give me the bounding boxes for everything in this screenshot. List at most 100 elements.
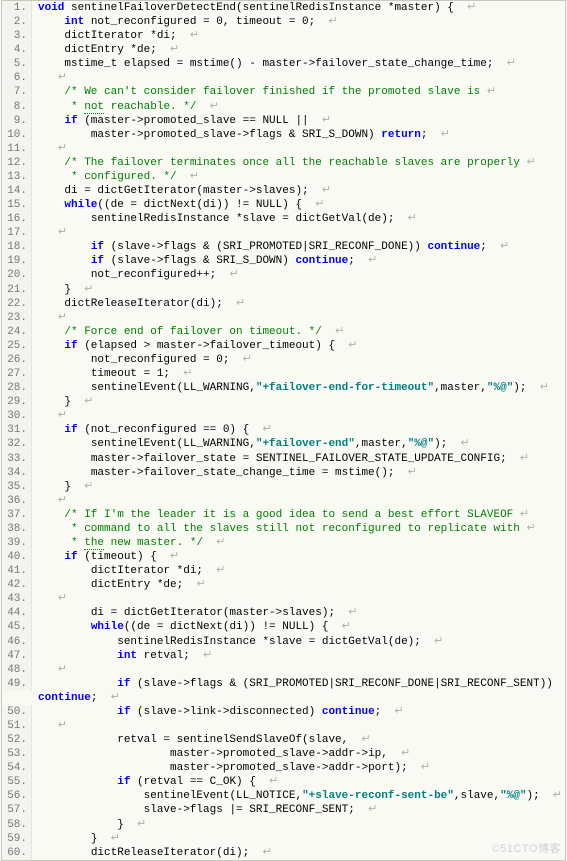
code-line[interactable]: 45. while((de = dictNext(di)) != NULL) {…: [2, 620, 565, 634]
code-line[interactable]: 6. ↵: [2, 71, 565, 85]
code-content[interactable]: master->promoted_slave->addr->ip, ↵: [32, 747, 565, 761]
code-content[interactable]: if (slave->flags & (SRI_PROMOTED|SRI_REC…: [32, 240, 565, 254]
code-content[interactable]: * configured. */ ↵: [32, 170, 565, 184]
code-line[interactable]: 23. ↵: [2, 311, 565, 325]
code-content[interactable]: master->promoted_slave->flags & SRI_S_DO…: [32, 128, 565, 142]
code-content[interactable]: dictReleaseIterator(di); ↵: [32, 297, 565, 311]
code-content[interactable]: ↵: [32, 592, 565, 606]
code-line[interactable]: 9. if (master->promoted_slave == NULL ||…: [2, 114, 565, 128]
code-line[interactable]: 54. master->promoted_slave->addr->port);…: [2, 761, 565, 775]
code-content[interactable]: /* We can't consider failover finished i…: [32, 85, 565, 99]
code-line[interactable]: 17. ↵: [2, 226, 565, 240]
code-line[interactable]: 44. di = dictGetIterator(master->slaves)…: [2, 606, 565, 620]
code-line[interactable]: 20. not_reconfigured++; ↵: [2, 268, 565, 282]
code-line[interactable]: 42. dictEntry *de; ↵: [2, 578, 565, 592]
code-line[interactable]: 50. if (slave->link->disconnected) conti…: [2, 705, 565, 719]
code-content[interactable]: retval = sentinelSendSlaveOf(slave, ↵: [32, 733, 565, 747]
code-content[interactable]: if (retval == C_OK) { ↵: [32, 775, 565, 789]
code-content[interactable]: } ↵: [32, 832, 565, 846]
code-content[interactable]: /* The failover terminates once all the …: [32, 156, 565, 170]
code-line[interactable]: 31. if (not_reconfigured == 0) { ↵: [2, 423, 565, 437]
code-line[interactable]: 39. * the new master. */ ↵: [2, 536, 565, 550]
code-content[interactable]: * not reachable. */ ↵: [32, 100, 565, 114]
code-content[interactable]: ↵: [32, 71, 565, 85]
code-line[interactable]: 28. sentinelEvent(LL_WARNING,"+failover-…: [2, 381, 565, 395]
code-content[interactable]: if (slave->flags & (SRI_PROMOTED|SRI_REC…: [32, 677, 565, 705]
code-content[interactable]: dictIterator *di; ↵: [32, 564, 565, 578]
code-line[interactable]: 25. if (elapsed > master->failover_timeo…: [2, 339, 565, 353]
code-line[interactable]: 16. sentinelRedisInstance *slave = dictG…: [2, 212, 565, 226]
code-content[interactable]: int retval; ↵: [32, 649, 565, 663]
code-content[interactable]: * command to all the slaves still not re…: [32, 522, 565, 536]
code-content[interactable]: ↵: [32, 226, 565, 240]
code-content[interactable]: dictEntry *de; ↵: [32, 43, 565, 57]
code-line[interactable]: 36. ↵: [2, 494, 565, 508]
code-line[interactable]: 26. not_reconfigured = 0; ↵: [2, 353, 565, 367]
code-line[interactable]: 27. timeout = 1; ↵: [2, 367, 565, 381]
code-line[interactable]: 60. dictReleaseIterator(di); ↵: [2, 846, 565, 860]
code-line[interactable]: 51. ↵: [2, 719, 565, 733]
code-line[interactable]: 10. master->promoted_slave->flags & SRI_…: [2, 128, 565, 142]
code-content[interactable]: } ↵: [32, 818, 565, 832]
code-content[interactable]: /* Force end of failover on timeout. */ …: [32, 325, 565, 339]
code-content[interactable]: ↵: [32, 719, 565, 733]
code-line[interactable]: 15. while((de = dictNext(di)) != NULL) {…: [2, 198, 565, 212]
code-line[interactable]: 35. } ↵: [2, 480, 565, 494]
code-line[interactable]: 40. if (timeout) { ↵: [2, 550, 565, 564]
code-line[interactable]: 12. /* The failover terminates once all …: [2, 156, 565, 170]
code-content[interactable]: di = dictGetIterator(master->slaves); ↵: [32, 606, 565, 620]
code-line[interactable]: 4. dictEntry *de; ↵: [2, 43, 565, 57]
code-content[interactable]: while((de = dictNext(di)) != NULL) { ↵: [32, 198, 565, 212]
code-line[interactable]: 7. /* We can't consider failover finishe…: [2, 85, 565, 99]
code-content[interactable]: while((de = dictNext(di)) != NULL) { ↵: [32, 620, 565, 634]
code-line[interactable]: 8. * not reachable. */ ↵: [2, 100, 565, 114]
code-line[interactable]: 11. ↵: [2, 142, 565, 156]
code-line[interactable]: 53. master->promoted_slave->addr->ip, ↵: [2, 747, 565, 761]
code-line[interactable]: 41. dictIterator *di; ↵: [2, 564, 565, 578]
code-content[interactable]: ↵: [32, 409, 565, 423]
code-line[interactable]: 43. ↵: [2, 592, 565, 606]
code-line[interactable]: 13. * configured. */ ↵: [2, 170, 565, 184]
code-content[interactable]: * the new master. */ ↵: [32, 536, 565, 550]
code-line[interactable]: 18. if (slave->flags & (SRI_PROMOTED|SRI…: [2, 240, 565, 254]
code-content[interactable]: sentinelEvent(LL_WARNING,"+failover-end"…: [32, 437, 565, 451]
code-line[interactable]: 58. } ↵: [2, 818, 565, 832]
code-content[interactable]: ↵: [32, 142, 565, 156]
code-line[interactable]: 47. int retval; ↵: [2, 649, 565, 663]
code-content[interactable]: if (timeout) { ↵: [32, 550, 565, 564]
code-line[interactable]: 21. } ↵: [2, 283, 565, 297]
code-line[interactable]: 24. /* Force end of failover on timeout.…: [2, 325, 565, 339]
code-line[interactable]: 59. } ↵: [2, 832, 565, 846]
code-content[interactable]: sentinelRedisInstance *slave = dictGetVa…: [32, 212, 565, 226]
code-line[interactable]: 38. * command to all the slaves still no…: [2, 522, 565, 536]
code-content[interactable]: slave->flags |= SRI_RECONF_SENT; ↵: [32, 803, 565, 817]
code-line[interactable]: 29. } ↵: [2, 395, 565, 409]
code-content[interactable]: ↵: [32, 494, 565, 508]
code-line[interactable]: 57. slave->flags |= SRI_RECONF_SENT; ↵: [2, 803, 565, 817]
code-content[interactable]: void sentinelFailoverDetectEnd(sentinelR…: [32, 1, 565, 15]
code-content[interactable]: int not_reconfigured = 0, timeout = 0; ↵: [32, 15, 565, 29]
code-content[interactable]: if (slave->link->disconnected) continue;…: [32, 705, 565, 719]
code-line[interactable]: 30. ↵: [2, 409, 565, 423]
code-line[interactable]: 14. di = dictGetIterator(master->slaves)…: [2, 184, 565, 198]
code-content[interactable]: dictIterator *di; ↵: [32, 29, 565, 43]
code-content[interactable]: master->failover_state = SENTINEL_FAILOV…: [32, 452, 565, 466]
code-line[interactable]: 55. if (retval == C_OK) { ↵: [2, 775, 565, 789]
code-line[interactable]: 52. retval = sentinelSendSlaveOf(slave, …: [2, 733, 565, 747]
code-line[interactable]: 33. master->failover_state = SENTINEL_FA…: [2, 452, 565, 466]
code-content[interactable]: ↵: [32, 311, 565, 325]
code-editor[interactable]: 1.void sentinelFailoverDetectEnd(sentine…: [1, 0, 566, 861]
code-content[interactable]: dictReleaseIterator(di); ↵: [32, 846, 565, 860]
code-content[interactable]: mstime_t elapsed = mstime() - master->fa…: [32, 57, 565, 71]
code-line[interactable]: 56. sentinelEvent(LL_NOTICE,"+slave-reco…: [2, 789, 565, 803]
code-content[interactable]: not_reconfigured = 0; ↵: [32, 353, 565, 367]
code-content[interactable]: if (slave->flags & SRI_S_DOWN) continue;…: [32, 254, 565, 268]
code-content[interactable]: master->failover_state_change_time = mst…: [32, 466, 565, 480]
code-content[interactable]: /* If I'm the leader it is a good idea t…: [32, 508, 565, 522]
code-content[interactable]: if (master->promoted_slave == NULL || ↵: [32, 114, 565, 128]
code-line[interactable]: 46. sentinelRedisInstance *slave = dictG…: [2, 635, 565, 649]
code-content[interactable]: sentinelRedisInstance *slave = dictGetVa…: [32, 635, 565, 649]
code-content[interactable]: master->promoted_slave->addr->port); ↵: [32, 761, 565, 775]
code-line[interactable]: 2. int not_reconfigured = 0, timeout = 0…: [2, 15, 565, 29]
code-line[interactable]: 32. sentinelEvent(LL_WARNING,"+failover-…: [2, 437, 565, 451]
